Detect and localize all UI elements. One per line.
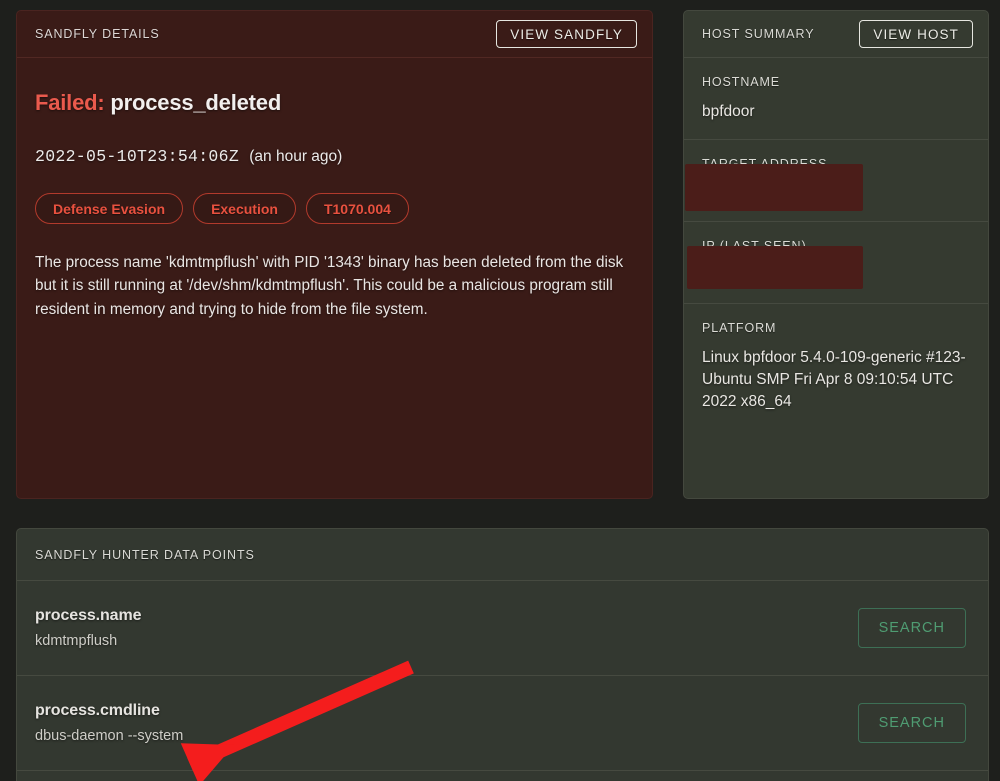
hunter-data-points-title: SANDFLY HUNTER DATA POINTS xyxy=(35,548,255,562)
host-field-hostname: HOSTNAME bpfdoor xyxy=(684,58,988,140)
sandfly-details-header: SANDFLY DETAILS VIEW SANDFLY xyxy=(17,11,652,58)
data-point-row-process-name: process.name kdmtmpflush SEARCH xyxy=(17,581,988,676)
data-point-row-process-cmdline: process.cmdline dbus-daemon --system SEA… xyxy=(17,676,988,771)
host-field-ip-last-seen: IP (LAST SEEN) xyxy=(684,222,988,304)
alert-description: The process name 'kdmtmpflush' with PID … xyxy=(35,251,634,321)
alert-tag-defense-evasion[interactable]: Defense Evasion xyxy=(35,193,183,224)
data-point-row-truncated xyxy=(17,771,988,781)
host-field-platform: PLATFORM Linux bpfdoor 5.4.0-109-generic… xyxy=(684,304,988,429)
alert-timestamp-line: 2022-05-10T23:54:06Z (an hour ago) xyxy=(35,147,634,166)
hunter-data-points-header: SANDFLY HUNTER DATA POINTS xyxy=(17,529,988,581)
host-summary-panel: HOST SUMMARY VIEW HOST HOSTNAME bpfdoor … xyxy=(683,10,989,499)
host-field-hostname-value: bpfdoor xyxy=(702,101,970,123)
data-point-key: process.cmdline xyxy=(35,702,183,720)
data-point-value: kdmtmpflush xyxy=(35,633,141,649)
host-field-target-address: TARGET ADDRESS xyxy=(684,140,988,222)
hunter-data-points-panel: SANDFLY HUNTER DATA POINTS process.name … xyxy=(16,528,989,781)
search-button-process-name[interactable]: SEARCH xyxy=(858,608,966,648)
sandfly-details-panel: SANDFLY DETAILS VIEW SANDFLY Failed: pro… xyxy=(16,10,653,499)
host-summary-header: HOST SUMMARY VIEW HOST xyxy=(684,11,988,58)
data-point-key: process.name xyxy=(35,607,141,625)
alert-status-prefix: Failed: xyxy=(35,90,105,115)
data-point-text-process-cmdline: process.cmdline dbus-daemon --system xyxy=(35,702,183,744)
redaction-overlay-target-address xyxy=(685,164,863,211)
alert-timestamp: 2022-05-10T23:54:06Z xyxy=(35,147,239,166)
data-point-text-process-name: process.name kdmtmpflush xyxy=(35,607,141,649)
host-field-hostname-label: HOSTNAME xyxy=(702,75,970,89)
page-root: SANDFLY DETAILS VIEW SANDFLY Failed: pro… xyxy=(0,0,1000,781)
alert-status-line: Failed: process_deleted xyxy=(35,90,634,116)
alert-tag-list: Defense Evasion Execution T1070.004 xyxy=(35,193,634,224)
data-point-value: dbus-daemon --system xyxy=(35,728,183,744)
alert-tag-execution[interactable]: Execution xyxy=(193,193,296,224)
view-sandfly-button[interactable]: VIEW SANDFLY xyxy=(496,20,637,49)
alert-relative-time: (an hour ago) xyxy=(249,148,342,165)
sandfly-details-title: SANDFLY DETAILS xyxy=(35,27,160,41)
redaction-overlay-ip xyxy=(687,246,863,289)
view-host-button[interactable]: VIEW HOST xyxy=(859,20,973,49)
sandfly-details-body: Failed: process_deleted 2022-05-10T23:54… xyxy=(17,58,652,321)
search-button-process-cmdline[interactable]: SEARCH xyxy=(858,703,966,743)
alert-tag-technique[interactable]: T1070.004 xyxy=(306,193,409,224)
host-field-platform-value: Linux bpfdoor 5.4.0-109-generic #123-Ubu… xyxy=(702,347,970,413)
host-field-platform-label: PLATFORM xyxy=(702,321,970,335)
alert-status-name: process_deleted xyxy=(110,90,281,115)
host-summary-title: HOST SUMMARY xyxy=(702,27,814,41)
